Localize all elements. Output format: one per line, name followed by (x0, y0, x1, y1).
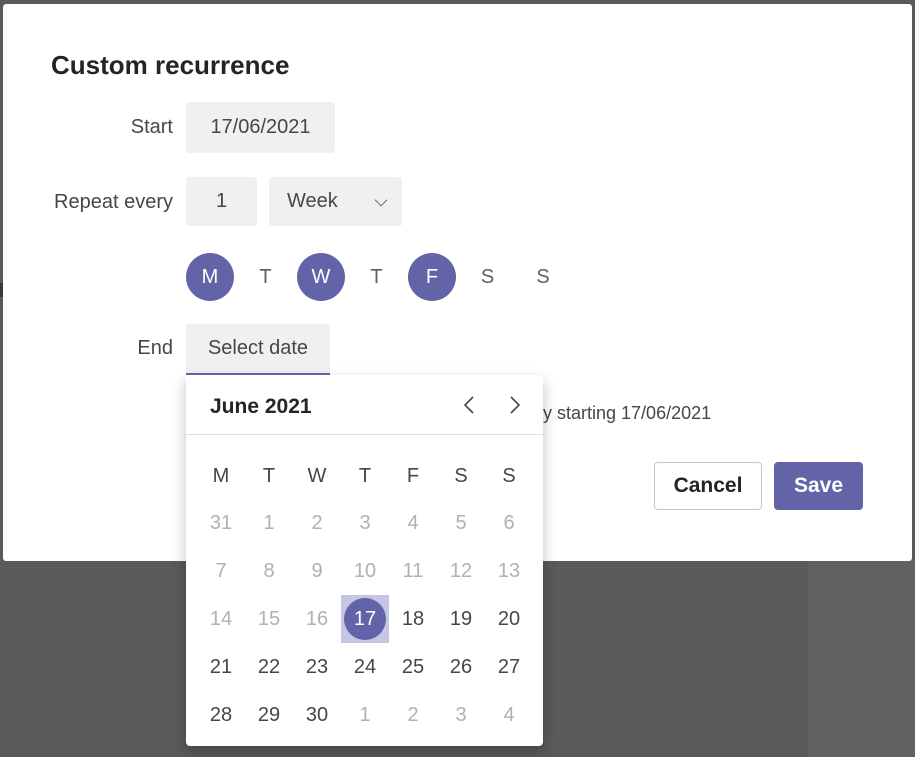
calendar-day[interactable]: 8 (245, 547, 293, 595)
calendar-day[interactable]: 15 (245, 595, 293, 643)
calendar-day[interactable]: 30 (293, 691, 341, 739)
calendar-day[interactable]: 24 (341, 643, 389, 691)
recurrence-summary: y starting 17/06/2021 (543, 403, 712, 423)
calendar-day[interactable]: 18 (389, 595, 437, 643)
calendar-day-selected[interactable]: 17 (341, 595, 389, 643)
save-button[interactable]: Save (774, 462, 863, 510)
end-date-field[interactable]: Select date (186, 324, 330, 375)
repeat-count-input[interactable]: 1 (186, 177, 257, 226)
calendar-day[interactable]: 1 (245, 499, 293, 547)
weekday-toggle[interactable]: T (353, 253, 401, 301)
calendar-day[interactable]: 10 (341, 547, 389, 595)
calendar-day[interactable]: 21 (197, 643, 245, 691)
calendar-day[interactable]: 20 (485, 595, 533, 643)
date-picker-header: June 2021 (186, 375, 543, 435)
cancel-button[interactable]: Cancel (654, 462, 762, 510)
repeat-unit-dropdown[interactable]: Week (269, 177, 402, 226)
weekday-header: M (212, 464, 230, 487)
weekday-header: W (307, 464, 327, 487)
calendar-day[interactable]: 14 (197, 595, 245, 643)
start-label: Start (130, 116, 173, 138)
calendar-day[interactable]: 4 (389, 499, 437, 547)
chevron-right-icon[interactable] (502, 393, 526, 417)
dialog-title: Custom recurrence (51, 50, 290, 80)
calendar-day[interactable]: 3 (341, 499, 389, 547)
calendar-day[interactable]: 2 (389, 691, 437, 739)
calendar-day[interactable]: 27 (485, 643, 533, 691)
calendar-day[interactable]: 31 (197, 499, 245, 547)
calendar-day[interactable]: 22 (245, 643, 293, 691)
calendar-day[interactable]: 3 (437, 691, 485, 739)
weekday-toggle[interactable]: M (186, 253, 234, 301)
calendar-day[interactable]: 28 (197, 691, 245, 739)
calendar-day[interactable]: 4 (485, 691, 533, 739)
end-label: End (137, 337, 173, 359)
calendar-day[interactable]: 25 (389, 643, 437, 691)
calendar-day[interactable]: 29 (245, 691, 293, 739)
weekday-toggle[interactable]: S (464, 253, 512, 301)
calendar-day[interactable]: 7 (197, 547, 245, 595)
weekday-toggle[interactable]: T (242, 253, 290, 301)
start-date-field[interactable]: 17/06/2021 (186, 102, 335, 153)
weekday-toggle[interactable]: W (297, 253, 345, 301)
calendar-day[interactable]: 13 (485, 547, 533, 595)
calendar-day[interactable]: 5 (437, 499, 485, 547)
calendar-day[interactable]: 19 (437, 595, 485, 643)
date-picker-popup: June 2021 M T W T F S S 31 1 2 3 4 5 6 7 8 9 10 11 12 13 14 15… (186, 375, 543, 746)
weekday-header: T (262, 464, 276, 487)
today-marker: 17 (344, 598, 386, 640)
weekday-toggle[interactable]: F (408, 253, 456, 301)
calendar-day[interactable]: 2 (293, 499, 341, 547)
weekday-header: S (502, 464, 516, 487)
repeat-every-label: Repeat every (54, 191, 173, 213)
calendar-day[interactable]: 9 (293, 547, 341, 595)
calendar-day[interactable]: 6 (485, 499, 533, 547)
month-label: June 2021 (210, 395, 312, 418)
weekday-header: S (454, 464, 468, 487)
weekday-toggle[interactable]: S (519, 253, 567, 301)
calendar-day[interactable]: 11 (389, 547, 437, 595)
chevron-down-icon (374, 193, 388, 207)
chevron-left-icon[interactable] (458, 393, 482, 417)
weekday-header: F (406, 464, 420, 487)
repeat-unit-value: Week (287, 190, 338, 212)
calendar-day[interactable]: 23 (293, 643, 341, 691)
calendar-day[interactable]: 26 (437, 643, 485, 691)
weekday-header: T (358, 464, 372, 487)
calendar-day[interactable]: 12 (437, 547, 485, 595)
calendar-day[interactable]: 1 (341, 691, 389, 739)
calendar-day[interactable]: 16 (293, 595, 341, 643)
